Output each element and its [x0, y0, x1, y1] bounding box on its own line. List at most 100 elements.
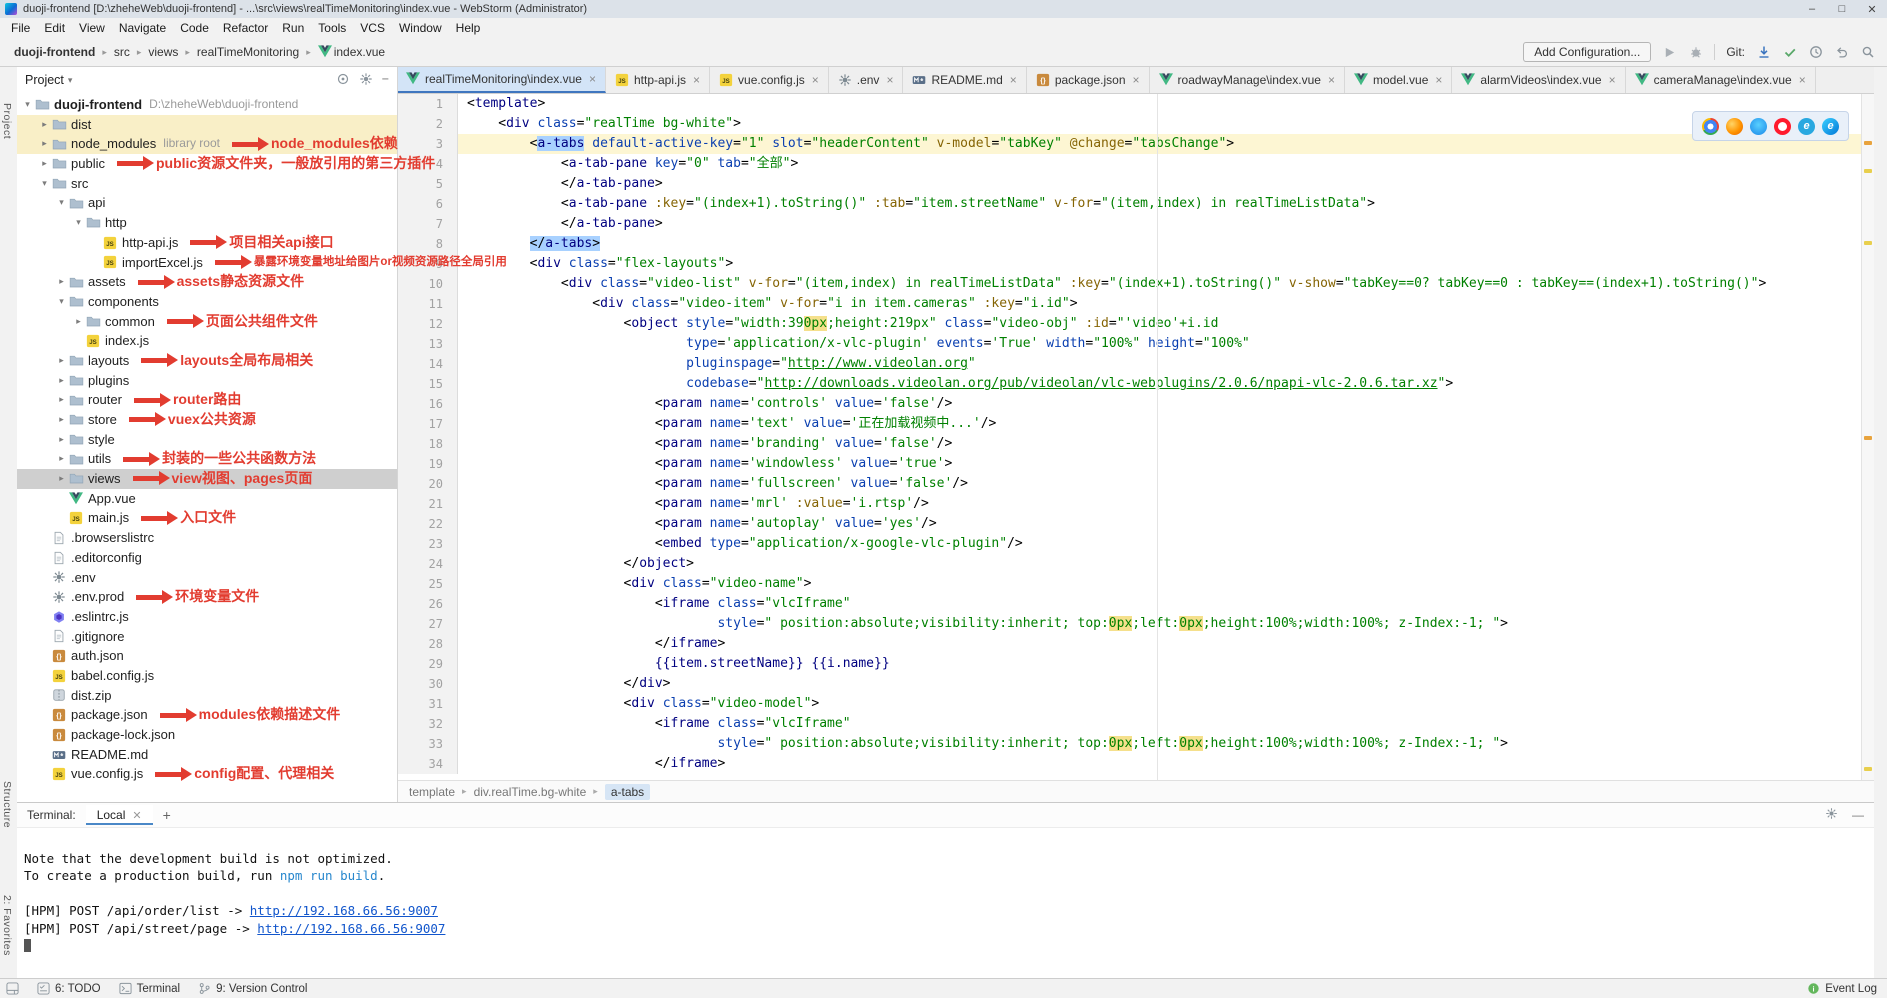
terminal-link[interactable]: http://192.168.66.56:9007	[250, 903, 438, 918]
close-icon[interactable]: ×	[1328, 73, 1335, 87]
terminal-output[interactable]: Note that the development build is not o…	[17, 827, 1874, 978]
status-item-6-todo[interactable]: 6: TODO	[37, 982, 101, 995]
tool-button-favorites[interactable]: 2: Favorites	[1, 895, 13, 956]
tree-item-eslintrc-js[interactable]: .eslintrc.js	[17, 607, 397, 627]
gear-icon[interactable]	[359, 72, 373, 89]
code-line-10[interactable]: 10 <div class="video-list" v-for="(item,…	[397, 274, 1862, 294]
chevron-down-icon[interactable]: ▾	[38, 174, 51, 194]
chevron-down-icon[interactable]: ▾	[55, 292, 68, 312]
rollback-icon[interactable]	[1834, 45, 1849, 60]
close-icon[interactable]: ×	[1799, 73, 1806, 87]
debug-icon[interactable]	[1688, 45, 1703, 60]
error-stripe[interactable]	[1861, 94, 1874, 780]
hide-panel-icon[interactable]: −	[382, 72, 389, 89]
opera-browser-icon[interactable]	[1774, 118, 1791, 135]
close-icon[interactable]: ×	[1609, 73, 1616, 87]
add-configuration-button[interactable]: Add Configuration...	[1523, 42, 1651, 62]
code-line-23[interactable]: 23 <embed type="application/x-google-vlc…	[397, 534, 1862, 554]
code-line-27[interactable]: 27 style=" position:absolute;visibility:…	[397, 614, 1862, 634]
tree-item-browserslistrc[interactable]: .browserslistrc	[17, 528, 397, 548]
git-commit-icon[interactable]	[1782, 45, 1797, 60]
tree-item-router[interactable]: ▸routerrouter路由	[17, 390, 397, 410]
tree-item-assets[interactable]: ▸assetsassets静态资源文件	[17, 272, 397, 292]
tree-item-app-vue[interactable]: App.vue	[17, 489, 397, 509]
chrome-browser-icon[interactable]	[1702, 118, 1719, 135]
code-line-11[interactable]: 11 <div class="video-item" v-for="i in i…	[397, 294, 1862, 314]
chevron-right-icon[interactable]: ▸	[55, 371, 68, 391]
maximize-button[interactable]: □	[1827, 0, 1857, 18]
tree-item-utils[interactable]: ▸utils封装的一些公共函数方法	[17, 449, 397, 469]
editor-tab-alarmvideos-index-vue[interactable]: alarmVideos\index.vue×	[1452, 67, 1625, 93]
close-icon[interactable]: ×	[1010, 73, 1017, 87]
tree-item-node-modules[interactable]: ▸node_moduleslibrary rootnode_modules依赖	[17, 134, 397, 154]
firefox-browser-icon[interactable]	[1726, 118, 1743, 135]
tree-item-vue-config-js[interactable]: JSvue.config.jsconfig配置、代理相关	[17, 764, 397, 784]
tree-item-plugins[interactable]: ▸plugins	[17, 371, 397, 391]
stripe-mark[interactable]	[1864, 141, 1872, 145]
chevron-right-icon[interactable]: ▸	[38, 154, 51, 174]
menu-item-help[interactable]: Help	[449, 20, 488, 36]
code-line-16[interactable]: 16 <param name='controls' value='false'/…	[397, 394, 1862, 414]
tree-item-http[interactable]: ▾http	[17, 213, 397, 233]
menu-item-vcs[interactable]: VCS	[353, 20, 392, 36]
close-icon[interactable]: ×	[812, 73, 819, 87]
tree-item-readme-md[interactable]: README.md	[17, 745, 397, 765]
menu-item-navigate[interactable]: Navigate	[112, 20, 173, 36]
tree-item-layouts[interactable]: ▸layoutslayouts全局布局相关	[17, 351, 397, 371]
code-line-4[interactable]: 4 <a-tab-pane key="0" tab="全部">	[397, 154, 1862, 174]
ie-browser-icon[interactable]: e	[1798, 118, 1815, 135]
code-line-26[interactable]: 26 <iframe class="vlcIframe"	[397, 594, 1862, 614]
search-icon[interactable]	[1860, 45, 1875, 60]
code-line-3[interactable]: 3 <a-tabs default-active-key="1" slot="h…	[397, 134, 1862, 154]
breadcrumb-item-index-vue[interactable]: index.vue	[316, 44, 387, 60]
editor-tab-model-vue[interactable]: model.vue×	[1345, 67, 1452, 93]
code-line-1[interactable]: 1<template>	[397, 94, 1862, 114]
chevron-right-icon[interactable]: ▸	[55, 449, 68, 469]
code-line-14[interactable]: 14 pluginspage="http://www.videolan.org"	[397, 354, 1862, 374]
menu-item-file[interactable]: File	[4, 20, 37, 36]
menu-item-window[interactable]: Window	[392, 20, 449, 36]
tree-item-public[interactable]: ▸publicpublic资源文件夹，一般放引用的第三方插件	[17, 154, 397, 174]
editor-breadcrumb-template[interactable]: template	[409, 785, 455, 799]
tool-button-structure[interactable]: Structure	[1, 781, 13, 828]
menu-item-code[interactable]: Code	[173, 20, 216, 36]
editor-tab-package-json[interactable]: {}package.json×	[1027, 67, 1150, 93]
close-icon[interactable]: ×	[1133, 73, 1140, 87]
tree-item-main-js[interactable]: JSmain.js入口文件	[17, 508, 397, 528]
chevron-right-icon[interactable]: ▸	[55, 272, 68, 292]
code-line-24[interactable]: 24 </object>	[397, 554, 1862, 574]
chevron-right-icon[interactable]: ▸	[55, 410, 68, 430]
chevron-down-icon[interactable]: ▾	[72, 213, 85, 233]
code-editor[interactable]: 1<template>2 <div class="realTime bg-whi…	[397, 94, 1862, 780]
code-line-17[interactable]: 17 <param name='text' value='正在加载视频中...'…	[397, 414, 1862, 434]
code-line-31[interactable]: 31 <div class="video-model">	[397, 694, 1862, 714]
code-line-12[interactable]: 12 <object style="width:390px;height:219…	[397, 314, 1862, 334]
tree-item-env-prod[interactable]: .env.prod环境变量文件	[17, 587, 397, 607]
tool-window-switcher-icon[interactable]	[6, 982, 19, 995]
chevron-right-icon[interactable]: ▸	[55, 390, 68, 410]
code-line-18[interactable]: 18 <param name='branding' value='false'/…	[397, 434, 1862, 454]
chevron-down-icon[interactable]: ▾	[68, 75, 73, 86]
code-line-29[interactable]: 29 {{item.streetName}} {{i.name}}	[397, 654, 1862, 674]
stripe-mark[interactable]	[1864, 436, 1872, 440]
code-line-15[interactable]: 15 codebase="http://downloads.videolan.o…	[397, 374, 1862, 394]
tree-item-editorconfig[interactable]: .editorconfig	[17, 548, 397, 568]
tree-item-http-api-js[interactable]: JShttp-api.js项目相关api接口	[17, 233, 397, 253]
code-line-2[interactable]: 2 <div class="realTime bg-white">	[397, 114, 1862, 134]
breadcrumb-item-views[interactable]: views	[146, 44, 180, 60]
code-line-33[interactable]: 33 style=" position:absolute;visibility:…	[397, 734, 1862, 754]
tree-item-common[interactable]: ▸common页面公共组件文件	[17, 312, 397, 332]
gear-icon[interactable]	[1825, 807, 1838, 823]
code-line-9[interactable]: 9 <div class="flex-layouts">	[397, 254, 1862, 274]
tree-item-store[interactable]: ▸storevuex公共资源	[17, 410, 397, 430]
editor-tab-http-api-js[interactable]: JShttp-api.js×	[606, 67, 710, 93]
breadcrumb-item-realtimemonitoring[interactable]: realTimeMonitoring	[195, 44, 301, 60]
chevron-down-icon[interactable]: ▾	[55, 193, 68, 213]
menu-item-edit[interactable]: Edit	[37, 20, 72, 36]
chevron-right-icon[interactable]: ▸	[72, 312, 85, 332]
terminal-tab-local[interactable]: Local ✕	[86, 805, 153, 825]
run-icon[interactable]	[1662, 45, 1677, 60]
minimize-button[interactable]: –	[1797, 0, 1827, 18]
code-line-32[interactable]: 32 <iframe class="vlcIframe"	[397, 714, 1862, 734]
editor-tab-vue-config-js[interactable]: JSvue.config.js×	[710, 67, 829, 93]
